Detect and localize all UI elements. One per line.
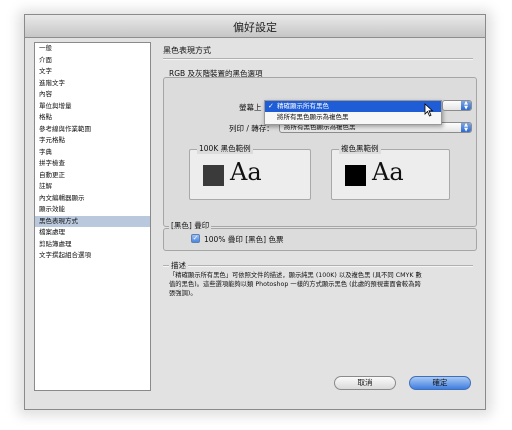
screen-popup-button[interactable]: ▲ ▼	[442, 100, 472, 111]
overprint-checkbox[interactable]: ✓	[191, 234, 200, 243]
title-bar[interactable]: 偏好設定	[25, 15, 485, 38]
sidebar-item-units-increments[interactable]: 單位與增量	[35, 101, 150, 113]
sidebar-item-spelling[interactable]: 拼字檢查	[35, 158, 150, 170]
sample-100k-swatch	[203, 165, 224, 186]
description-divider	[163, 265, 473, 267]
rgb-group-label: RGB 及灰階裝置的黑色選項	[169, 69, 263, 78]
description-line-2: 值的黑色)。這些選項能夠以類 Photoshop 一樣的方式顯示黑色 (此處的預…	[169, 281, 421, 288]
screen-label: 螢幕上	[239, 103, 262, 112]
sample-100k-text: Aa	[230, 158, 262, 186]
sidebar-item-composition-options[interactable]: 文字撰起組合選項	[35, 250, 150, 262]
sample-100k-box: Aa	[189, 149, 311, 200]
sidebar-item-autocorrect[interactable]: 自動更正	[35, 170, 150, 182]
sidebar-item-guides-pasteboard[interactable]: 參考線與作業範圍	[35, 124, 150, 136]
sidebar-item-character-grid[interactable]: 字元格點	[35, 135, 150, 147]
sidebar-item-interface[interactable]: 介面	[35, 55, 150, 67]
category-list[interactable]: 一般 介面 文字 進階文字 內容 單位與增量 格點 參考線與作業範圍 字元格點 …	[34, 42, 151, 391]
sidebar-item-appearance-of-black[interactable]: 黑色表現方式	[35, 215, 150, 227]
sidebar-item-composition[interactable]: 內容	[35, 89, 150, 101]
sample-rich-black-box: Aa	[331, 149, 450, 200]
sidebar-item-grids[interactable]: 格點	[35, 112, 150, 124]
dropdown-option-accurate[interactable]: ✓ 精確顯示所有黑色	[265, 101, 441, 112]
window-title: 偏好設定	[233, 21, 277, 34]
popup-arrows-icon: ▲ ▼	[461, 123, 471, 132]
overprint-checkbox-label: 100% 疊印 [黑色] 色票	[204, 235, 284, 244]
sidebar-item-notes[interactable]: 註解	[35, 181, 150, 193]
screen-dropdown-menu[interactable]: ✓ 精確顯示所有黑色 將所有黑色顯示為複色黑	[264, 100, 442, 125]
overprint-group-label: [黑色] 疊印	[169, 220, 212, 231]
sample-rich-black-text: Aa	[372, 158, 404, 186]
sidebar-item-clipboard[interactable]: 剪貼簿處理	[35, 239, 150, 251]
sidebar-item-file-handling[interactable]: 檔案處理	[35, 227, 150, 239]
settings-panel: 黑色表現方式 RGB 及灰階裝置的黑色選項 螢幕上 列印 / 轉存： 將所有黑色…	[159, 39, 479, 379]
sidebar-item-dictionary[interactable]: 字典	[35, 147, 150, 159]
sidebar-item-display-performance[interactable]: 顯示效能	[35, 204, 150, 216]
preferences-dialog: 偏好設定 一般 介面 文字 進階文字 內容 單位與增量 格點 參考線與作業範圍 …	[24, 14, 486, 410]
description-line-3: 張強調)。	[169, 290, 197, 297]
dropdown-option-rich-black[interactable]: 將所有黑色顯示為複色黑	[265, 112, 441, 123]
dropdown-option-accurate-label: 精確顯示所有黑色	[277, 102, 329, 110]
title-divider	[163, 58, 473, 60]
cancel-button[interactable]: 取消	[334, 376, 396, 390]
description-label: 描述	[169, 260, 188, 271]
description-line-1: 「精確顯示所有黑色」可依照文件的描述，顯示純黑 (100K) 以及複色黑 (具不…	[169, 272, 422, 279]
sample-rich-black-label: 複色黑範例	[339, 143, 381, 154]
sidebar-item-advanced-type[interactable]: 進階文字	[35, 78, 150, 90]
sidebar-item-general[interactable]: 一般	[35, 43, 150, 55]
dropdown-option-rich-black-label: 將所有黑色顯示為複色黑	[277, 113, 349, 121]
popup-arrows-icon: ▲ ▼	[461, 101, 471, 110]
sample-100k-label: 100K 黑色範例	[197, 143, 253, 154]
page-title: 黑色表現方式	[163, 46, 211, 55]
checkmark-icon: ✓	[268, 102, 274, 110]
sidebar-item-type[interactable]: 文字	[35, 66, 150, 78]
mouse-cursor-icon	[424, 103, 434, 117]
sidebar-item-story-editor[interactable]: 內文編輯器顯示	[35, 193, 150, 205]
sample-rich-black-swatch	[345, 165, 366, 186]
ok-button[interactable]: 確定	[409, 376, 471, 390]
description-text: 「精確顯示所有黑色」可依照文件的描述，顯示純黑 (100K) 以及複色黑 (具不…	[169, 271, 474, 298]
